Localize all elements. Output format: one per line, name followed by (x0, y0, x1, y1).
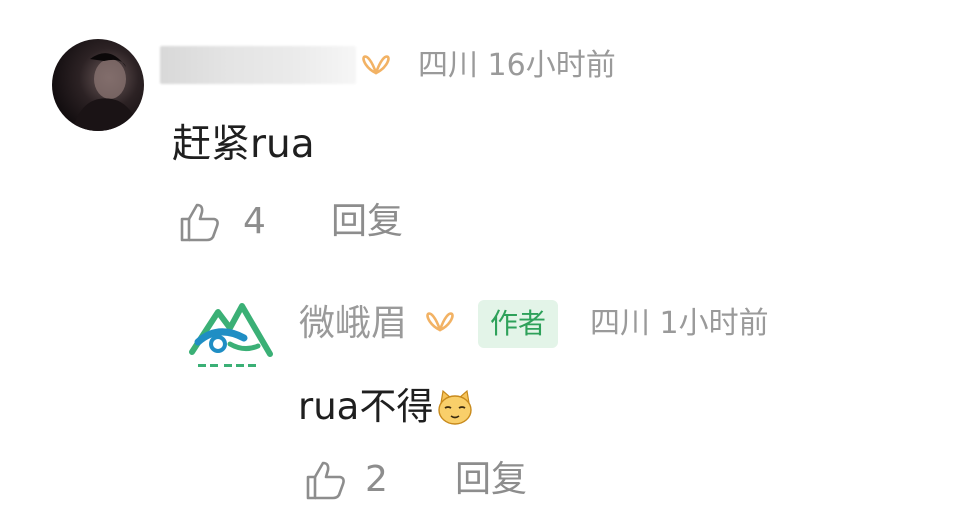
author-badge: 作者 (478, 300, 559, 348)
reply-button[interactable]: 回复 (331, 197, 403, 247)
comment-text: rua不得 (298, 385, 434, 428)
vip-butterfly-icon (426, 312, 454, 332)
emeishan-logo[interactable] (184, 298, 276, 378)
reply-button[interactable]: 回复 (455, 455, 527, 505)
vip-butterfly-icon (362, 55, 390, 75)
username-label[interactable]: 微峨眉 (299, 300, 407, 348)
thumbs-up-icon[interactable] (304, 458, 348, 502)
comment-meta: 四川 1小时前 (590, 302, 769, 346)
location-label: 四川 (590, 306, 650, 341)
avatar-photo-icon (72, 53, 140, 131)
commenter-avatar[interactable] (52, 39, 144, 131)
timestamp-label: 1小时前 (659, 306, 769, 341)
like-count: 2 (365, 459, 388, 500)
comment-text-row: rua不得 (298, 382, 475, 432)
location-label: 四川 (418, 48, 478, 83)
timestamp-label: 16小时前 (487, 48, 616, 83)
comment-meta: 四川 16小时前 (418, 44, 616, 88)
like-count: 4 (243, 201, 266, 242)
username-blurred[interactable] (160, 46, 356, 84)
cat-emoji-icon (438, 389, 473, 425)
comment-text: 赶紧rua (172, 122, 315, 167)
thumbs-up-icon[interactable] (178, 200, 222, 244)
